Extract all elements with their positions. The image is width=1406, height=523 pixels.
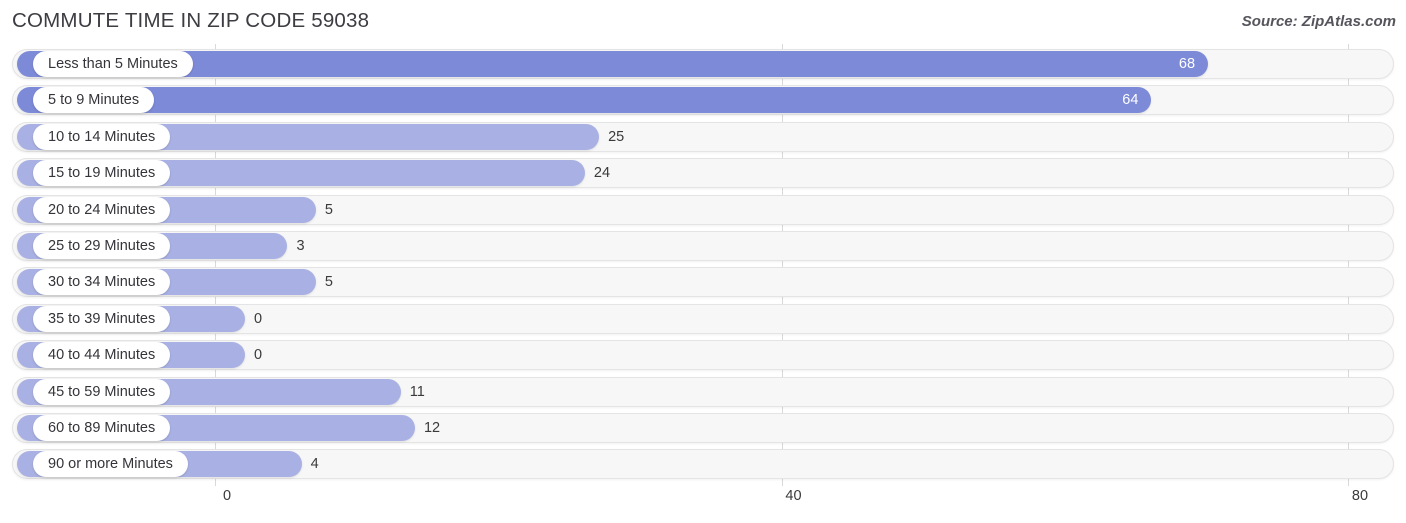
x-axis: 0 40 80 [0, 486, 1406, 523]
category-label: 25 to 29 Minutes [33, 233, 171, 259]
bar-value-label: 5 [324, 201, 333, 218]
x-axis-tick-40: 40 [785, 488, 802, 504]
bar-value-label: 11 [409, 383, 425, 400]
page-title: COMMUTE TIME IN ZIP CODE 59038 [12, 9, 370, 32]
chart-plot-area: Less than 5 Minutes 68 5 to 9 Minutes 64 10 … [0, 44, 1406, 486]
chart-row[interactable]: 10 to 14 Minutes 25 [12, 121, 1394, 152]
bar-fill[interactable] [17, 51, 1209, 77]
chart-row[interactable]: 30 to 34 Minutes 5 [12, 267, 1394, 298]
chart-row[interactable]: 45 to 59 Minutes 11 [12, 376, 1394, 407]
source-attribution: Source: ZipAtlas.com [1241, 13, 1396, 30]
category-label: 20 to 24 Minutes [33, 196, 171, 223]
x-axis-tick-80: 80 [1351, 488, 1369, 504]
x-axis-tick-0: 0 [222, 488, 232, 504]
chart-row[interactable]: Less than 5 Minutes 68 [12, 49, 1394, 79]
bar-value-label: 24 [593, 165, 611, 182]
bar-value-label: 64 [1122, 92, 1139, 109]
bar-value-label: 25 [608, 128, 625, 145]
chart-row[interactable]: 20 to 24 Minutes 5 [12, 194, 1394, 225]
chart-row[interactable]: 15 to 19 Minutes 24 [12, 158, 1394, 189]
bar-value-label: 5 [324, 274, 333, 291]
chart-row[interactable]: 35 to 39 Minutes 0 [12, 303, 1394, 334]
chart-row[interactable]: 5 to 9 Minutes 64 [12, 85, 1394, 116]
category-label: Less than 5 Minutes [33, 51, 193, 77]
category-label: 45 to 59 Minutes [33, 378, 171, 405]
category-label: 60 to 89 Minutes [33, 415, 171, 441]
category-label: 30 to 34 Minutes [33, 269, 171, 296]
bar-value-label: 4 [310, 456, 319, 473]
bar-value-label: 68 [1178, 56, 1196, 72]
category-label: 35 to 39 Minutes [33, 305, 171, 332]
bar-value-label: 0 [254, 310, 263, 327]
chart-row[interactable]: 25 to 29 Minutes 3 [12, 231, 1394, 261]
bar-value-label: 0 [254, 347, 263, 364]
category-label: 15 to 19 Minutes [33, 160, 171, 187]
bar-value-label: 3 [296, 238, 305, 254]
chart-row[interactable]: 60 to 89 Minutes 12 [12, 413, 1394, 443]
category-label: 90 or more Minutes [33, 451, 188, 478]
category-label: 5 to 9 Minutes [33, 87, 155, 114]
category-label: 40 to 44 Minutes [33, 342, 171, 369]
chart-row[interactable]: 90 or more Minutes 4 [12, 449, 1394, 480]
chart-row[interactable]: 40 to 44 Minutes 0 [12, 340, 1394, 371]
category-label: 10 to 14 Minutes [33, 123, 171, 150]
chart-header: COMMUTE TIME IN ZIP CODE 59038 Source: Z… [0, 0, 1406, 44]
bar-value-label: 12 [423, 420, 441, 436]
bar-fill[interactable] [17, 87, 1152, 114]
